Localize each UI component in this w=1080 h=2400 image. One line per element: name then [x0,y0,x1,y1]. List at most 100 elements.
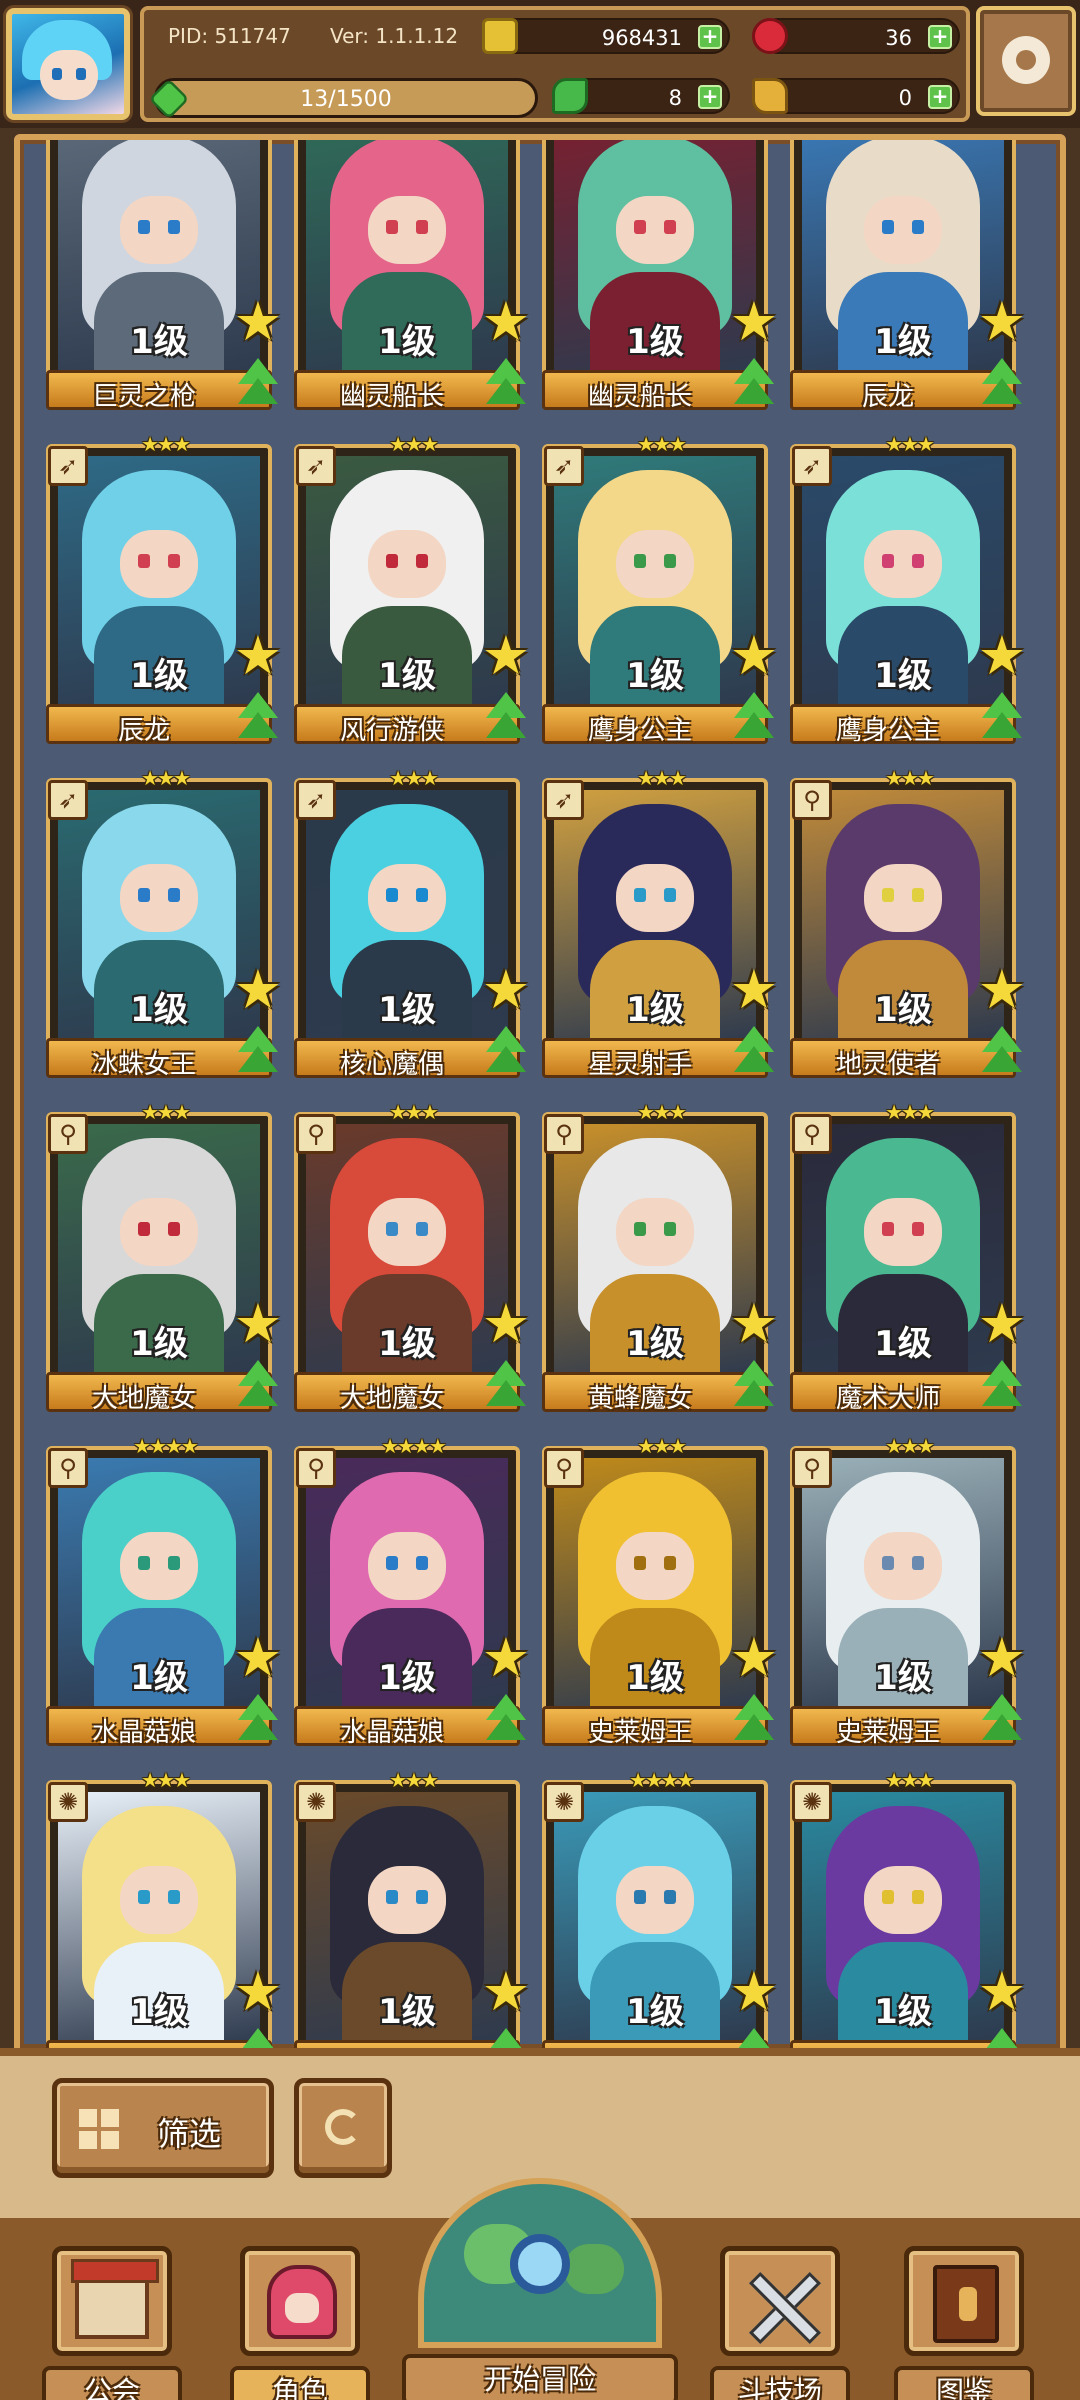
character-card[interactable]: 1级 大地魔女 ★ ⚲ ★★★ [46,1100,282,1414]
filter-button-label: 筛选 [157,2115,222,2153]
character-card[interactable]: 1级 地灵使者 ★ ⚲ ★★★ [790,766,1026,1080]
favorite-star-icon[interactable]: ★ [480,963,532,1017]
upgrade-arrow-icon[interactable] [978,1694,1026,1746]
favorite-star-icon[interactable]: ★ [976,629,1028,683]
upgrade-arrow-icon[interactable] [482,1360,530,1412]
character-card[interactable]: 1级 大地魔女 ★ ⚲ ★★★ [294,1100,530,1414]
character-card[interactable]: 1级 鹰身公主 ★ ➶ ★★★ [790,432,1026,746]
upgrade-arrow-icon[interactable] [234,1026,282,1078]
upgrade-arrow-icon[interactable] [234,358,282,410]
character-card[interactable]: 1级 星灵射手 ★ ➶ ★★★ [542,766,778,1080]
character-name: 大地魔女 [91,1384,196,1414]
bow-icon: ➶ [48,780,88,820]
upgrade-arrow-icon[interactable] [978,358,1026,410]
upgrade-arrow-icon[interactable] [482,358,530,410]
clover-value: 8 [668,86,682,110]
character-card[interactable]: 1级宁静水灵★✺★★★★ [542,1768,778,2048]
add-clover-button[interactable]: + [698,85,722,109]
portrait-eye [664,1890,676,1904]
rarity-stars-icon: ★★★★ [629,1768,695,1792]
character-card[interactable]: 1级 魔术大师 ★ ⚲ ★★★ [790,1100,1026,1414]
add-gold-button[interactable]: + [698,25,722,49]
character-name: 幽灵船长 [339,382,444,412]
favorite-star-icon[interactable]: ★ [480,1631,532,1685]
portrait-eye [634,220,646,234]
settings-button[interactable] [976,6,1076,116]
portrait-eye [138,1890,150,1904]
add-gem-button[interactable]: + [928,25,952,49]
character-card[interactable]: 1级 史莱姆王 ★ ⚲ ★★★ [542,1434,778,1748]
upgrade-arrow-icon[interactable] [234,1360,282,1412]
character-card[interactable]: 1级 核心魔偶 ★ ➶ ★★★ [294,766,530,1080]
portrait-eye [138,1222,150,1236]
favorite-star-icon[interactable]: ★ [232,1965,284,2019]
favorite-star-icon[interactable]: ★ [976,295,1028,349]
staff-icon: ⚲ [296,1448,336,1488]
upgrade-arrow-icon[interactable] [730,358,778,410]
portrait-eye [386,1222,398,1236]
staff-icon: ⚲ [792,1448,832,1488]
upgrade-arrow-icon[interactable] [978,1026,1026,1078]
add-key-button[interactable]: + [928,85,952,109]
character-card[interactable]: 1级无瑕贤者★✺★★★ [46,1768,282,2048]
character-card[interactable]: 1级 黄蜂魔女 ★ ⚲ ★★★ [542,1100,778,1414]
favorite-star-icon[interactable]: ★ [728,629,780,683]
gem-counter: 36 + [752,18,960,54]
favorite-star-icon[interactable]: ★ [976,1965,1028,2019]
upgrade-arrow-icon[interactable] [730,1694,778,1746]
upgrade-arrow-icon[interactable] [234,1694,282,1746]
favorite-star-icon[interactable]: ★ [728,1965,780,2019]
character-card[interactable]: 1级 史莱姆王 ★ ⚲ ★★★ [790,1434,1026,1748]
upgrade-arrow-icon[interactable] [234,692,282,744]
favorite-star-icon[interactable]: ★ [480,1297,532,1351]
favorite-star-icon[interactable]: ★ [232,963,284,1017]
rarity-stars-icon: ★★★ [389,766,439,790]
upgrade-arrow-icon[interactable] [482,692,530,744]
reset-filter-button[interactable] [294,2078,392,2178]
character-card[interactable]: 1级 水晶菇娘 ★ ⚲ ★★★★ [294,1434,530,1748]
favorite-star-icon[interactable]: ★ [232,629,284,683]
bow-icon: ➶ [544,780,584,820]
character-card[interactable]: 1级异界旅人★✺★★★ [294,1768,530,2048]
character-card[interactable]: 1级许愿灯灵★✺★★★ [790,1768,1026,2048]
nav-start-adventure[interactable]: 开始冒险 [402,2178,678,2400]
upgrade-arrow-icon[interactable] [730,692,778,744]
upgrade-arrow-icon[interactable] [482,1694,530,1746]
character-card[interactable]: 1级 巨灵之枪 ★ [46,140,282,412]
avatar-eye [76,68,86,80]
character-card[interactable]: 1级 幽灵船长 ★ [542,140,778,412]
favorite-star-icon[interactable]: ★ [728,295,780,349]
character-card[interactable]: 1级 鹰身公主 ★ ➶ ★★★ [542,432,778,746]
favorite-star-icon[interactable]: ★ [232,1297,284,1351]
favorite-star-icon[interactable]: ★ [480,1965,532,2019]
favorite-star-icon[interactable]: ★ [976,1297,1028,1351]
character-grid-frame[interactable]: 1级 巨灵之枪 ★ 1级 幽灵船长 ★ 1级 幽灵船长 ★ 1级 辰龙 ★ 1级 辰龙 ★ ➶ ★★★ 1级 风行游… [14,134,1066,2054]
favorite-star-icon[interactable]: ★ [480,629,532,683]
character-icon [267,2265,337,2339]
favorite-star-icon[interactable]: ★ [728,1631,780,1685]
filter-button[interactable]: 筛选 [52,2078,274,2178]
favorite-star-icon[interactable]: ★ [480,295,532,349]
upgrade-arrow-icon[interactable] [978,692,1026,744]
favorite-star-icon[interactable]: ★ [728,1297,780,1351]
portrait-eye [416,888,428,902]
character-card[interactable]: 1级 幽灵船长 ★ [294,140,530,412]
player-avatar[interactable] [6,8,130,120]
portrait-eye [416,554,428,568]
portrait-eye [138,888,150,902]
favorite-star-icon[interactable]: ★ [232,295,284,349]
character-card[interactable]: 1级 辰龙 ★ [790,140,1026,412]
character-card[interactable]: 1级 辰龙 ★ ➶ ★★★ [46,432,282,746]
favorite-star-icon[interactable]: ★ [976,1631,1028,1685]
upgrade-arrow-icon[interactable] [978,1360,1026,1412]
favorite-star-icon[interactable]: ★ [728,963,780,1017]
favorite-star-icon[interactable]: ★ [232,1631,284,1685]
upgrade-arrow-icon[interactable] [730,1026,778,1078]
favorite-star-icon[interactable]: ★ [976,963,1028,1017]
character-card[interactable]: 1级 风行游侠 ★ ➶ ★★★ [294,432,530,746]
character-card[interactable]: 1级 水晶菇娘 ★ ⚲ ★★★★ [46,1434,282,1748]
upgrade-arrow-icon[interactable] [730,1360,778,1412]
character-card[interactable]: 1级 冰蛛女王 ★ ➶ ★★★ [46,766,282,1080]
portrait-eye [168,1222,180,1236]
upgrade-arrow-icon[interactable] [482,1026,530,1078]
